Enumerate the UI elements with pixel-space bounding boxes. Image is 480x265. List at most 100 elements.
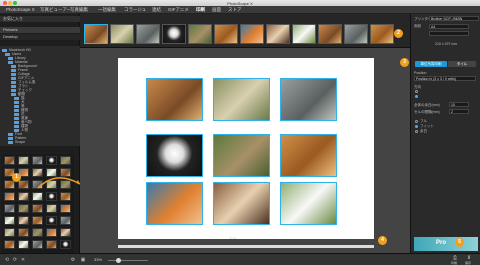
thumbnail[interactable]: [18, 240, 29, 249]
thumbnail[interactable]: [46, 240, 57, 249]
thumbnail[interactable]: [32, 204, 43, 213]
fit-view-icon[interactable]: ▣: [80, 257, 86, 263]
menu-home[interactable]: PhotoScape X: [4, 7, 37, 13]
print-cell[interactable]: [146, 134, 203, 177]
fit-margin-radio[interactable]: [415, 130, 418, 133]
strip-thumbnail[interactable]: [110, 24, 134, 44]
thumbnail[interactable]: [18, 180, 29, 189]
thumbnail[interactable]: [4, 240, 15, 249]
thumbnail[interactable]: [32, 216, 43, 225]
tab-tile[interactable]: タイル: [448, 61, 476, 67]
strip-thumbnail[interactable]: [370, 24, 394, 44]
menu-editor[interactable]: 写真編集: [68, 7, 90, 13]
thumbnail[interactable]: [46, 228, 57, 237]
print-page: [118, 58, 374, 239]
strip-thumbnail[interactable]: [240, 24, 264, 44]
print-label: 印刷: [451, 261, 458, 265]
thumbnail[interactable]: [60, 156, 71, 165]
menu-batch[interactable]: 一括編集: [96, 7, 118, 13]
fit-fit-radio[interactable]: [415, 125, 418, 128]
fit-full-radio[interactable]: [415, 120, 418, 123]
thumbnail[interactable]: [18, 156, 29, 165]
gear-icon[interactable]: ⚙: [70, 257, 76, 263]
strip-thumbnail[interactable]: [84, 24, 108, 44]
ad-banner[interactable]: Pro: [414, 237, 478, 251]
pictures-item[interactable]: Pictures: [0, 27, 80, 33]
thumbnail[interactable]: [46, 204, 57, 213]
bottom-toolbar: ⟲ ⟳ ✕ ⚙ ▣ 33% ⎙ 印刷 ⬇ 保存: [0, 253, 480, 265]
menu-screen[interactable]: 画面: [210, 7, 223, 13]
browser-panel: お気に入り Pictures Desktop Macintosh HD User…: [0, 14, 80, 262]
strip-thumbnail[interactable]: [266, 24, 290, 44]
thumbnail[interactable]: [4, 204, 15, 213]
thumbnail[interactable]: [46, 216, 57, 225]
strip-thumbnail[interactable]: [188, 24, 212, 44]
thumbnail[interactable]: [46, 156, 57, 165]
menu-store[interactable]: ストア: [226, 7, 244, 13]
rotate-right-icon[interactable]: ⟳: [12, 257, 18, 263]
print-cell[interactable]: [146, 78, 203, 121]
thumbnail[interactable]: [4, 216, 15, 225]
strip-thumbnail[interactable]: [318, 24, 342, 44]
thumbnail[interactable]: [18, 228, 29, 237]
menu-combine[interactable]: 連結: [150, 7, 163, 13]
position-select[interactable]: Position in (3 x 3 / 9 cells): [414, 76, 476, 81]
thumbnail[interactable]: [60, 240, 71, 249]
tab-unit-print[interactable]: 単位写真印刷: [415, 61, 447, 67]
thumbnail[interactable]: [18, 192, 29, 201]
menu-print[interactable]: 印刷: [194, 7, 207, 13]
paper-select[interactable]: A4: [429, 24, 469, 29]
thumbnail[interactable]: [4, 228, 15, 237]
print-cell[interactable]: [146, 182, 203, 225]
thumbnail[interactable]: [18, 216, 29, 225]
print-preview-area: 1 / 1: [80, 48, 410, 253]
strip-thumbnail[interactable]: [344, 24, 368, 44]
favorites-header[interactable]: お気に入り: [0, 16, 80, 22]
zoom-slider-thumb[interactable]: [116, 258, 121, 263]
zoom-slider[interactable]: [108, 258, 148, 263]
tree-item[interactable]: Shape: [8, 140, 25, 144]
strip-thumbnail[interactable]: [214, 24, 238, 44]
orientation-portrait-radio[interactable]: [415, 90, 418, 93]
printer-select[interactable]: Brother DCP-J963N: [429, 16, 479, 21]
thumbnail[interactable]: [4, 156, 15, 165]
print-cell[interactable]: [280, 78, 337, 121]
folder-tree[interactable]: Macintosh HD Users Library Material Back…: [0, 46, 80, 146]
thumbnail[interactable]: [32, 240, 43, 249]
thumbnail[interactable]: [32, 228, 43, 237]
menu-gif[interactable]: GIFアニメ: [166, 7, 191, 13]
thumbnail[interactable]: [60, 204, 71, 213]
desktop-item[interactable]: Desktop: [0, 34, 80, 40]
selected-photos-strip[interactable]: [80, 14, 410, 48]
paper-orient-select[interactable]: [429, 31, 469, 36]
strip-thumbnail[interactable]: [292, 24, 316, 44]
strip-thumbnail[interactable]: [162, 24, 186, 44]
thumbnail[interactable]: [60, 216, 71, 225]
menu-collage[interactable]: コラージュ: [122, 7, 148, 13]
thumbnail[interactable]: [32, 192, 43, 201]
position-label: Position: [414, 71, 427, 75]
margin-label: 全体の余白(mm): [414, 103, 440, 107]
print-cell[interactable]: [280, 182, 337, 225]
drag-path-arrow: [37, 177, 81, 189]
step-marker: 1: [12, 173, 21, 182]
print-cell[interactable]: [213, 182, 270, 225]
thumbnail[interactable]: [18, 204, 29, 213]
margin-input[interactable]: 10: [449, 102, 469, 107]
thumbnail[interactable]: [60, 228, 71, 237]
thumbnail[interactable]: [60, 192, 71, 201]
print-cell[interactable]: [213, 134, 270, 177]
fit-margin-label: 余白: [420, 129, 427, 133]
strip-thumbnail[interactable]: [136, 24, 160, 44]
delete-icon[interactable]: ✕: [20, 257, 26, 263]
print-cell[interactable]: [213, 78, 270, 121]
thumbnail[interactable]: [46, 192, 57, 201]
thumbnail[interactable]: [32, 156, 43, 165]
main-menu: PhotoScape X 写真ビューアー 写真編集 一括編集 コラージュ 連結 …: [0, 6, 480, 14]
thumbnail[interactable]: [4, 192, 15, 201]
print-cell[interactable]: [280, 134, 337, 177]
rotate-left-icon[interactable]: ⟲: [4, 257, 10, 263]
gap-input[interactable]: 2: [449, 109, 469, 114]
step-marker: 2: [394, 29, 403, 38]
orientation-landscape-radio[interactable]: [415, 95, 418, 98]
